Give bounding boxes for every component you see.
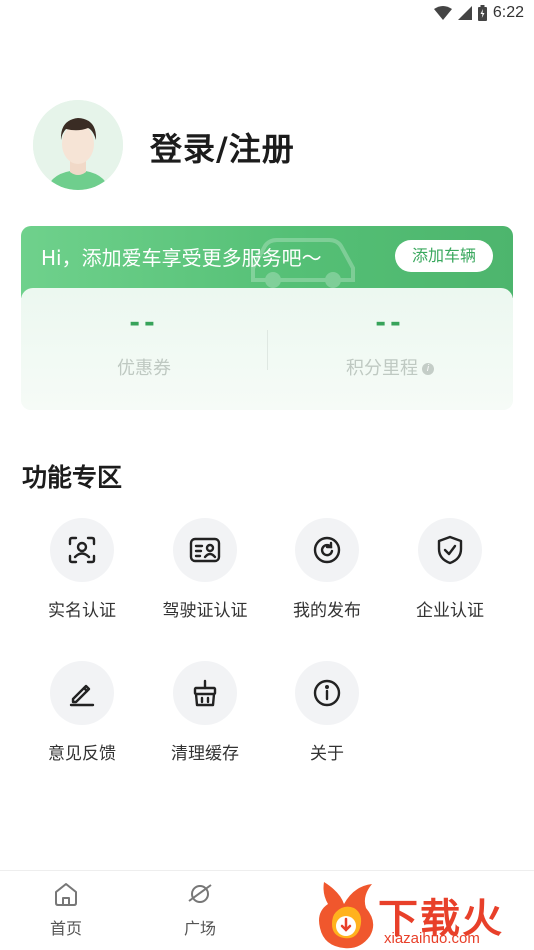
id-card-icon xyxy=(189,537,221,563)
stats-panel: -- 优惠券 -- 积分里程 i xyxy=(21,288,513,410)
pen-icon xyxy=(69,684,95,707)
feature-label: 实名认证 xyxy=(48,601,116,621)
status-icons: 6:22 xyxy=(433,4,524,22)
refresh-circle-icon xyxy=(313,536,341,564)
status-time: 6:22 xyxy=(492,4,524,21)
vehicle-card: Hi，添加爱车享受更多服务吧〜 添加车辆 -- 优惠券 -- 积分里程 i xyxy=(21,226,513,410)
points-value: -- xyxy=(375,308,405,338)
feature-realname-verify[interactable]: 实名认证 xyxy=(21,518,143,621)
banner-text: Hi，添加爱车享受更多服务吧〜 xyxy=(41,246,322,270)
points-label: 积分里程 xyxy=(346,358,418,379)
feature-clear-cache[interactable]: 清理缓存 xyxy=(144,661,266,764)
watermark-logo: 下载火 xiazaihuo.com xyxy=(312,878,534,950)
wifi-icon xyxy=(433,6,452,20)
feature-icon-bg xyxy=(50,518,114,582)
avatar[interactable] xyxy=(33,100,123,190)
battery-icon xyxy=(477,5,487,21)
face-scan-icon xyxy=(68,536,96,564)
points-label-wrap: 积分里程 i xyxy=(267,354,513,380)
points-stat[interactable]: -- 积分里程 i xyxy=(267,306,513,380)
feature-label: 关于 xyxy=(310,744,344,764)
nav-home-label: 首页 xyxy=(49,919,82,938)
nav-square-label: 广场 xyxy=(183,919,216,938)
watermark-url: xiazaihuo.com xyxy=(384,930,480,947)
status-bar: 6:22 xyxy=(0,0,534,28)
feature-icon-bg xyxy=(173,661,237,725)
home-icon xyxy=(55,883,77,906)
features-title: 功能专区 xyxy=(22,463,123,492)
login-register-link[interactable]: 登录/注册 xyxy=(150,124,295,170)
feature-feedback[interactable]: 意见反馈 xyxy=(21,661,143,764)
feature-label: 我的发布 xyxy=(293,601,361,621)
nav-square[interactable]: 广场 xyxy=(160,881,240,939)
shield-check-icon xyxy=(437,535,463,565)
nav-home[interactable]: 首页 xyxy=(26,881,106,939)
feature-icon-bg xyxy=(295,661,359,725)
feature-license-verify[interactable]: 驾驶证认证 xyxy=(144,518,266,621)
coupon-stat[interactable]: -- 优惠券 xyxy=(21,306,267,380)
coupon-label: 优惠券 xyxy=(117,358,171,379)
signal-icon xyxy=(457,6,472,20)
feature-icon-bg xyxy=(418,518,482,582)
feature-label: 驾驶证认证 xyxy=(162,601,248,621)
feature-icon-bg xyxy=(295,518,359,582)
feature-my-posts[interactable]: 我的发布 xyxy=(266,518,388,621)
default-avatar-icon xyxy=(33,100,123,190)
feature-icon-bg xyxy=(173,518,237,582)
feature-label: 意见反馈 xyxy=(48,744,116,764)
add-car-button[interactable]: 添加车辆 xyxy=(395,240,493,272)
flame-logo-icon xyxy=(319,882,374,949)
planet-icon xyxy=(188,884,212,903)
feature-icon-bg xyxy=(50,661,114,725)
broom-basket-icon xyxy=(193,679,217,707)
info-small-icon[interactable]: i xyxy=(422,363,434,375)
feature-about[interactable]: 关于 xyxy=(266,661,388,764)
feature-label: 清理缓存 xyxy=(171,744,239,764)
feature-enterprise-verify[interactable]: 企业认证 xyxy=(389,518,511,621)
coupon-value: -- xyxy=(129,308,159,338)
info-icon xyxy=(313,679,341,707)
feature-label: 企业认证 xyxy=(416,601,484,621)
